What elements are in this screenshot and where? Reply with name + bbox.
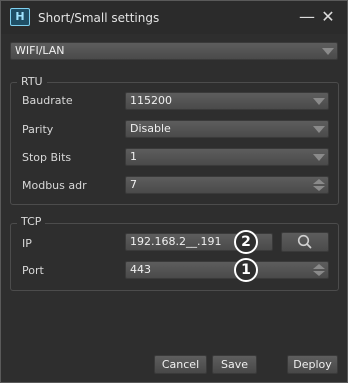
modbus-adr-spinbox[interactable]: 7 — [125, 176, 329, 194]
title-bar: H Short/Small settings — ✕ — [1, 1, 347, 34]
spin-down-icon[interactable] — [313, 271, 325, 276]
stop-bits-value: 1 — [130, 150, 137, 163]
chevron-down-icon — [313, 126, 325, 133]
tcp-group-title: TCP — [17, 215, 46, 228]
port-spinbox[interactable]: 443 — [125, 261, 329, 279]
window-title: Short/Small settings — [38, 11, 160, 25]
baudrate-select[interactable]: 115200 — [125, 92, 329, 110]
ip-label: IP — [22, 237, 32, 250]
connection-type-select[interactable]: WIFI/LAN — [10, 42, 338, 60]
modbus-adr-label: Modbus adr — [22, 179, 87, 192]
parity-label: Parity — [22, 123, 54, 136]
chevron-down-icon — [313, 98, 325, 105]
app-logo-icon: H — [10, 8, 30, 26]
rtu-group-title: RTU — [17, 75, 47, 88]
search-icon — [297, 234, 312, 249]
deploy-button[interactable]: Deploy — [287, 355, 338, 374]
parity-value: Disable — [130, 122, 171, 135]
spin-down-icon[interactable] — [313, 186, 325, 191]
chevron-down-icon — [313, 154, 325, 161]
stop-bits-select[interactable]: 1 — [125, 148, 329, 166]
baudrate-value: 115200 — [130, 94, 172, 107]
minimize-button[interactable]: — — [298, 7, 316, 27]
close-button[interactable]: ✕ — [319, 7, 337, 27]
baudrate-label: Baudrate — [22, 94, 73, 107]
step-badge-2: 2 — [234, 230, 258, 254]
spin-up-icon[interactable] — [313, 179, 325, 184]
search-button[interactable] — [281, 232, 329, 252]
parity-select[interactable]: Disable — [125, 120, 329, 138]
port-value: 443 — [130, 263, 151, 276]
ip-value: 192.168.2__.191 — [130, 235, 222, 248]
stop-bits-label: Stop Bits — [22, 151, 72, 164]
settings-window: H Short/Small settings — ✕ WIFI/LAN RTU … — [0, 0, 348, 383]
chevron-down-icon — [322, 48, 334, 55]
spin-up-icon[interactable] — [313, 264, 325, 269]
modbus-adr-value: 7 — [130, 178, 137, 191]
cancel-button[interactable]: Cancel — [154, 355, 207, 374]
save-button[interactable]: Save — [212, 355, 257, 374]
connection-type-value: WIFI/LAN — [15, 44, 65, 57]
port-label: Port — [22, 264, 44, 277]
step-badge-1: 1 — [234, 258, 258, 282]
